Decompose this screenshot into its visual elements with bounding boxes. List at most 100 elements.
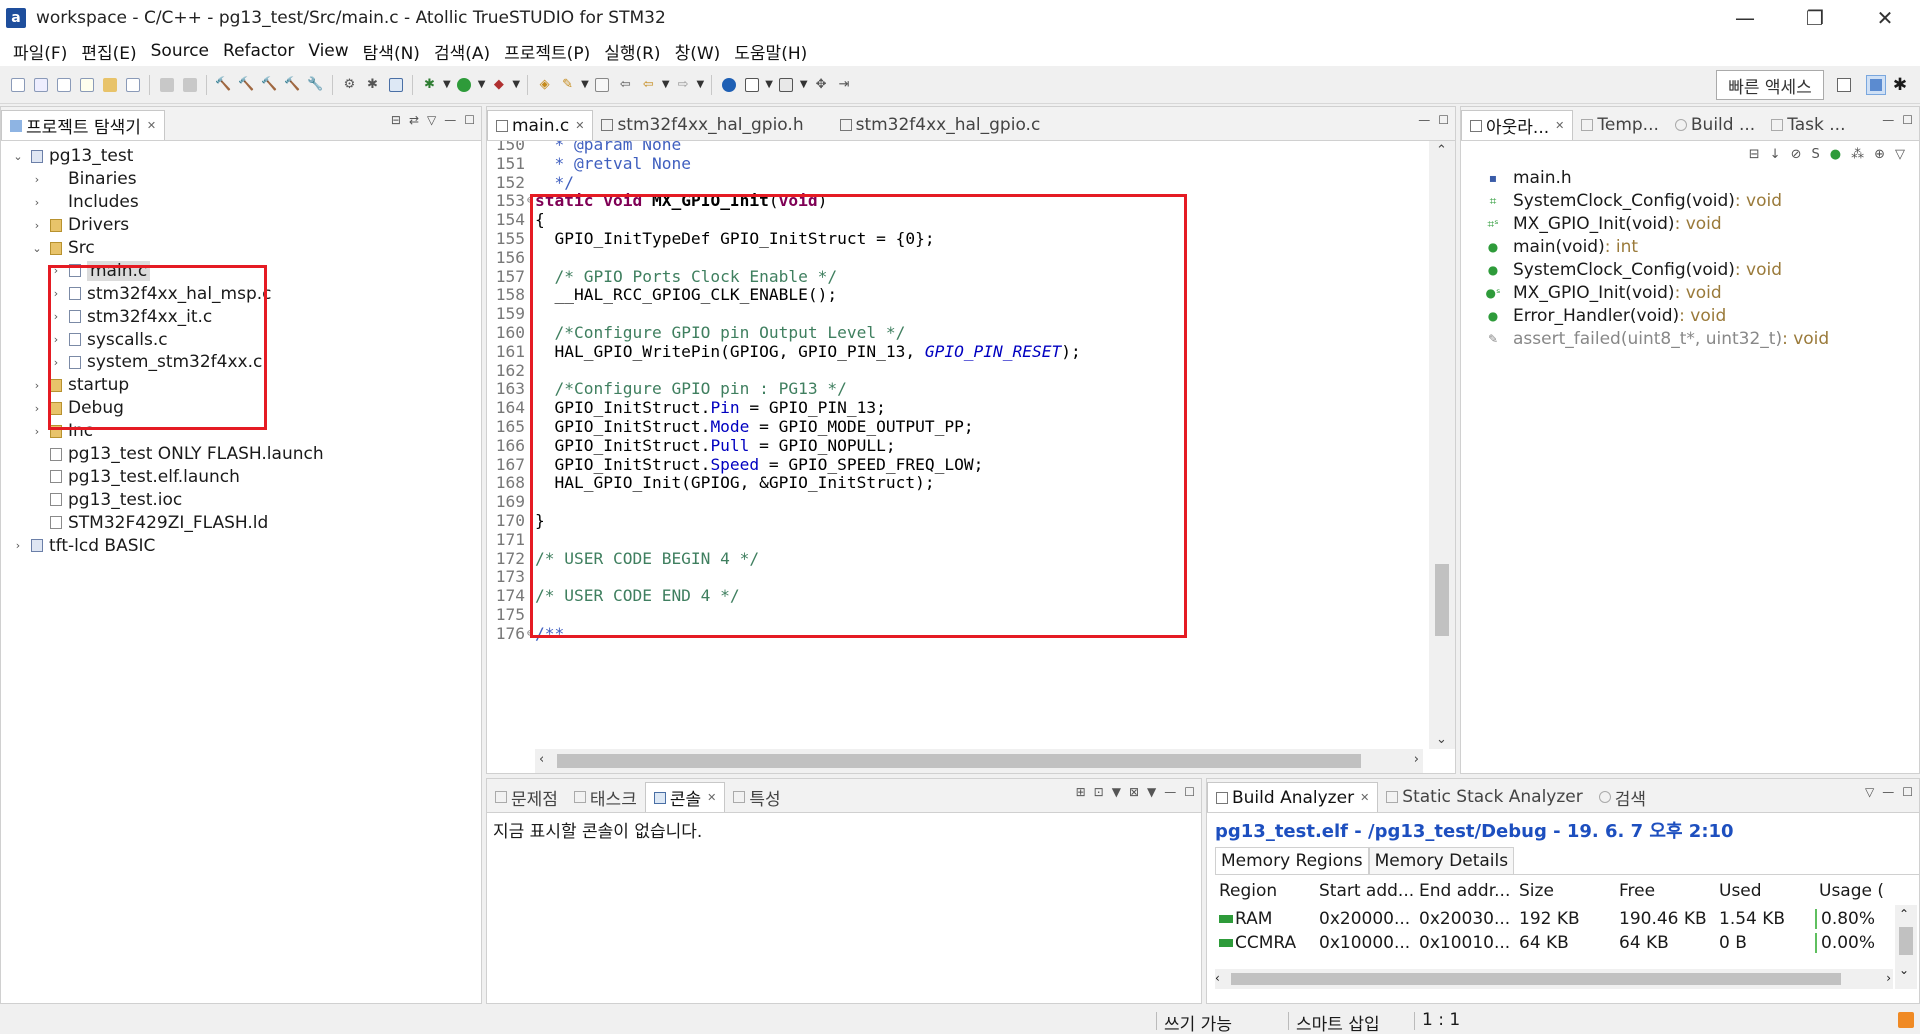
close-tab-icon[interactable]: ✕ [575, 119, 584, 132]
vertical-scrollbar[interactable]: ⌃ ⌄ [1429, 141, 1455, 749]
chevron-right-icon[interactable]: › [49, 356, 63, 369]
outline-item[interactable]: ⌗ SystemClock_Config(void) : void [1481, 190, 1919, 213]
tab-static-stack-analyzer[interactable]: Static Stack Analyzer [1378, 782, 1590, 812]
display-console-icon[interactable]: ⊞ [1076, 785, 1086, 799]
code-line[interactable]: 157 /* GPIO Ports Clock Enable */ [487, 267, 837, 286]
editor-tab-hal-gpio-h[interactable]: stm32f4xx_hal_gpio.h [593, 110, 811, 140]
debug-perspective-icon[interactable]: ✱ [1890, 75, 1910, 95]
scroll-right-icon[interactable]: › [1414, 752, 1419, 767]
column-header[interactable]: Free [1615, 881, 1715, 901]
tab-templates[interactable]: Temp... [1573, 110, 1667, 140]
code-line[interactable]: 176 ⊖/** [487, 624, 565, 643]
collapse-all-icon[interactable]: ⊟ [1749, 147, 1760, 162]
build-all-icon[interactable]: 🔨 [237, 75, 256, 94]
debug-config-icon[interactable]: ⚙ [340, 75, 359, 94]
scroll-down-icon[interactable]: ⌄ [1436, 732, 1447, 747]
code-line[interactable]: 168 HAL_GPIO_Init(GPIOG, &GPIO_InitStruc… [487, 473, 935, 492]
new-project-icon[interactable] [123, 75, 142, 94]
scrollbar-thumb[interactable] [1231, 973, 1841, 985]
tree-item[interactable]: › syscalls.c [1, 328, 481, 351]
tree-item[interactable]: pg13_test ONLY FLASH.launch [1, 443, 481, 466]
tab-outline[interactable]: 아웃라... ✕ [1461, 110, 1574, 140]
code-line[interactable]: 164 GPIO_InitStruct.Pin = GPIO_PIN_13; [487, 398, 886, 417]
code-line[interactable]: 160 /*Configure GPIO pin Output Level */ [487, 323, 906, 342]
menu-refactor[interactable]: Refactor [216, 41, 301, 61]
tree-item[interactable]: › Drivers [1, 214, 481, 237]
open-perspective-icon[interactable] [1834, 75, 1854, 95]
close-tab-icon[interactable]: ✕ [1555, 119, 1564, 132]
code-line[interactable]: 175 [487, 605, 535, 624]
code-line[interactable]: 152 */ [487, 173, 574, 192]
tree-item[interactable]: STM32F429ZI_FLASH.ld [1, 511, 481, 534]
outline-item[interactable]: ●ˢ MX_GPIO_Init(void) : void [1481, 281, 1919, 304]
grid-dropdown-icon[interactable]: ▼ [800, 79, 808, 90]
back-icon[interactable]: ⇦ [639, 75, 658, 94]
chevron-right-icon[interactable]: › [49, 264, 63, 277]
chevron-right-icon[interactable]: › [49, 310, 63, 323]
table-vertical-scrollbar[interactable]: ⌃ ⌄ [1895, 905, 1917, 989]
chevron-right-icon[interactable]: › [30, 425, 44, 438]
code-line[interactable]: 170} [487, 511, 545, 530]
close-tab-icon[interactable]: ✕ [147, 119, 156, 132]
tree-item[interactable]: › main.c [1, 259, 481, 282]
code-line[interactable]: 165 GPIO_InitStruct.Mode = GPIO_MODE_OUT… [487, 417, 974, 436]
new-file-icon[interactable] [8, 75, 27, 94]
outline-item[interactable]: ● SystemClock_Config(void) : void [1481, 259, 1919, 282]
tab-build-targets[interactable]: Build ... [1667, 110, 1763, 140]
code-line[interactable]: 156 [487, 248, 535, 267]
chevron-right-icon[interactable]: › [49, 333, 63, 346]
group-includes-icon[interactable]: ⁂ [1851, 147, 1864, 162]
tree-item[interactable]: pg13_test.ioc [1, 488, 481, 511]
minimize-view-icon[interactable]: — [1418, 113, 1430, 127]
tab-memory-regions[interactable]: Memory Regions [1215, 847, 1369, 874]
fold-toggle-icon[interactable]: ⊖ [527, 195, 535, 206]
code-line[interactable]: 151 * @retval None [487, 154, 691, 173]
maximize-view-icon[interactable]: ☐ [1184, 785, 1195, 799]
build-settings-icon[interactable]: 🔧 [306, 75, 325, 94]
rss-feed-icon[interactable] [1898, 1012, 1914, 1028]
code-line[interactable]: 161 HAL_GPIO_WritePin(GPIOG, GPIO_PIN_13… [487, 342, 1081, 361]
horizontal-scrollbar[interactable]: ‹ › [535, 749, 1423, 773]
hide-fields-icon[interactable]: ⊘ [1791, 147, 1802, 162]
minimize-button[interactable]: — [1710, 0, 1780, 36]
outline-item[interactable]: ⌗ˢ MX_GPIO_Init(void) : void [1481, 213, 1919, 236]
scrollbar-thumb[interactable] [1899, 927, 1913, 955]
scrollbar-thumb[interactable] [557, 754, 1361, 768]
console-dropdown-icon[interactable]: ▼ [1112, 785, 1121, 799]
search-dropdown-icon[interactable]: ▼ [581, 79, 589, 90]
forward-icon[interactable]: ⇨ [674, 75, 693, 94]
tree-item[interactable]: › Inc [1, 420, 481, 443]
code-line[interactable]: 154 { [487, 210, 545, 229]
close-tab-icon[interactable]: ✕ [707, 791, 716, 804]
scrollbar-thumb[interactable] [1435, 564, 1449, 636]
build-icon[interactable]: 🔨 [214, 75, 233, 94]
minimize-view-icon[interactable]: — [1882, 113, 1894, 127]
quick-access-field[interactable]: 빠른 액세스 [1716, 70, 1824, 100]
outline-item[interactable]: ▪ main.h [1481, 167, 1919, 190]
code-line[interactable]: 150 * @param None [487, 141, 681, 154]
tab-properties[interactable]: 특성 [725, 782, 788, 812]
new-class-icon[interactable] [77, 75, 96, 94]
maximize-view-icon[interactable]: ☐ [1902, 785, 1913, 799]
editor-tab-hal-gpio-c[interactable]: stm32f4xx_hal_gpio.c [832, 110, 1049, 140]
maximize-view-icon[interactable]: ☐ [1902, 113, 1913, 127]
menu-search[interactable]: 검색(A) [427, 39, 497, 64]
menu-navigate[interactable]: 탐색(N) [356, 39, 427, 64]
focus-icon[interactable]: ⊕ [1874, 147, 1885, 162]
code-line[interactable]: 169 [487, 492, 535, 511]
open-type-icon[interactable]: ◈ [535, 75, 554, 94]
column-header[interactable]: Size [1515, 881, 1615, 901]
chevron-down-icon[interactable]: ⌄ [11, 150, 25, 163]
tab-project-explorer[interactable]: 프로젝트 탐색기 ✕ [1, 110, 166, 140]
chevron-right-icon[interactable]: › [49, 287, 63, 300]
column-header[interactable]: End addr... [1415, 881, 1515, 901]
minimize-view-icon[interactable]: — [1882, 785, 1894, 799]
rebuild-icon[interactable]: 🔨 [260, 75, 279, 94]
maximize-button[interactable]: ❐ [1780, 0, 1850, 36]
external-tools-icon[interactable]: ◆ [489, 75, 508, 94]
menu-edit[interactable]: 편집(E) [74, 39, 143, 64]
external-tools-dropdown-icon[interactable]: ▼ [512, 79, 520, 90]
menu-window[interactable]: 창(W) [668, 39, 728, 64]
tree-item[interactable]: › Debug [1, 397, 481, 420]
menu-project[interactable]: 프로젝트(P) [497, 39, 597, 64]
